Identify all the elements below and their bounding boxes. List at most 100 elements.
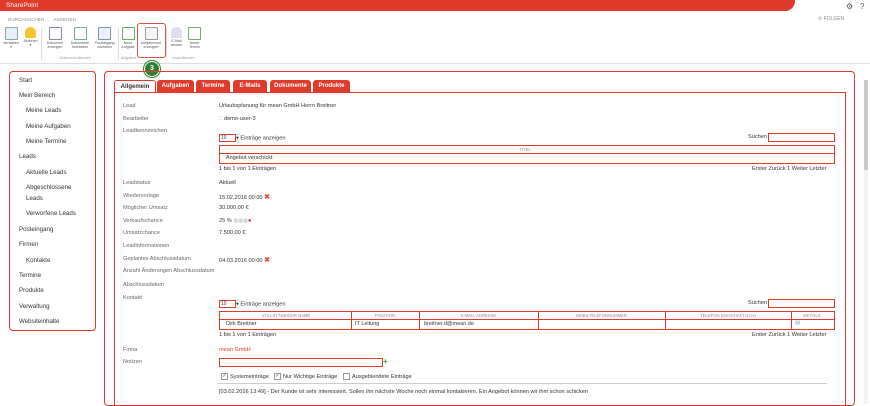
sidebar-item-meine-aufgaben[interactable]: Meine Aufgaben (26, 123, 71, 131)
app-title[interactable]: SharePoint (6, 2, 38, 9)
table1-search-input[interactable] (768, 133, 835, 142)
leadinfo-label: Leadinformationen (123, 243, 170, 249)
sidebar-item-abgeschlossene-leads[interactable]: Leads (26, 195, 43, 203)
tab-dokumente[interactable]: Dokumente (270, 80, 311, 92)
verwalten-button[interactable]: Verwalten ▾ (2, 27, 20, 50)
table1-entries-label: Einträge anzeigen (240, 135, 286, 142)
table2-header-mobil[interactable]: MOBILTELEFONNUMMER (539, 313, 664, 318)
checkbox-systemeintraege[interactable]: ✓ Systemeinträge (221, 373, 269, 380)
neue-aufgabe-label: Neue Aufgabe (121, 41, 135, 50)
sidebar-item-firmen[interactable]: Firmen (19, 241, 38, 249)
checkbox-wichtige[interactable]: ✓ Nur Wichtige Einträge (274, 373, 337, 380)
table2-entries-label: Einträge anzeigen (240, 301, 286, 308)
sidebar-item-leads[interactable]: Leads (19, 153, 36, 161)
table2-divider (219, 319, 834, 320)
dokumente-hochladen-button[interactable]: Dokumente hochladen (67, 27, 93, 50)
checkbox-icon: ✓ (274, 373, 281, 380)
neuer-termin-button[interactable]: Neuer Termin (186, 27, 203, 50)
sidebar-item-meine-leads[interactable]: Meine Leads (26, 107, 61, 115)
umsatz-value: 30.000,00 € (219, 205, 249, 211)
posteingang-zuordnen-label: Posteingang zuordnen (94, 41, 115, 50)
email-senden-label: E-Mail senden (170, 39, 183, 48)
table2-cell-email[interactable]: breitner.d@mean.de (424, 321, 474, 327)
user-icon: □ (219, 116, 223, 122)
tab-termine[interactable]: Termine (196, 80, 230, 92)
task-icon (121, 27, 135, 40)
geplant-field: 04.03.2016 00:00 ✖ (219, 256, 270, 264)
table2-pager[interactable]: Erster Zurück 1 Weiter Letzter (752, 332, 827, 338)
firma-link[interactable]: mean GmbH (219, 347, 251, 353)
table1-page-size-select[interactable]: 10 (219, 134, 236, 142)
table2-header-telefon[interactable]: TELEFON (GESCHÄFTLICH) (666, 313, 790, 318)
ribbon-tab-durchsuchen[interactable]: DURCHSUCHEN (8, 17, 44, 22)
follow-button[interactable]: ⟳ FOLGEN (818, 16, 844, 22)
details-icon[interactable]: ▤ (795, 320, 800, 326)
table2-cell-position: IT Leitung (355, 321, 380, 327)
rating-icon: ◍◍◍● (233, 218, 252, 224)
sidebar-item-start[interactable]: Start (19, 77, 32, 85)
sidebar-item-abgeschlossene[interactable]: Abgeschlossene (26, 184, 71, 192)
leadstatus-label: Leadstatus (123, 180, 151, 186)
sidebar-item-produkte[interactable]: Produkte (19, 287, 44, 295)
sidebar-item-posteingang[interactable]: Posteingang (19, 226, 53, 234)
page-scrollbar[interactable] (864, 80, 868, 404)
table2-header-details[interactable]: DETAILS (792, 313, 832, 318)
verkaufschance-value: 25 % (219, 218, 232, 224)
inbox-icon (98, 27, 111, 40)
checkbox-ausgeblendete[interactable]: Ausgeblendete Einträge (343, 373, 412, 380)
umsatzchance-value: 7.500,00 € (219, 230, 246, 236)
ribbon-tab-ansehen[interactable]: ANSEHEN (53, 17, 75, 22)
tab-emails[interactable]: E-Mails (233, 80, 267, 92)
wiedervorlage-field: 15.02.2016 00:00 ✖ (219, 193, 270, 201)
sync-icon: ⟳ (818, 16, 823, 22)
table2-header-name[interactable]: VOLLSTÄNDIGER NAME (222, 313, 350, 318)
dokumente-hochladen-label: Dokumente hochladen (70, 41, 90, 50)
help-icon[interactable]: ? (860, 2, 864, 11)
group-dokument-aktionen: Dokument-Aktionen (60, 56, 91, 60)
calendar-icon (188, 27, 201, 40)
sidebar-item-termine[interactable]: Termine (19, 272, 41, 280)
group-aufgaben: Aufgaben (121, 56, 136, 60)
tab-aufgaben[interactable]: Aufgaben (157, 80, 194, 92)
table1-row[interactable]: Angebot verschickt (226, 155, 272, 161)
dokument-erzeugen-button[interactable]: Dokument erzeugen (43, 27, 67, 50)
table2-header-position[interactable]: POSITION (352, 313, 418, 318)
delete-icon[interactable]: ✖ (264, 194, 270, 201)
sidebar-item-verwaltung[interactable]: Verwaltung (19, 303, 50, 311)
table1-search-label: Suchen (748, 134, 767, 140)
sidebar-item-verworfene-leads[interactable]: Verworfene Leads (26, 210, 76, 218)
leadkennzeichen-label: Leadkennzeichen (123, 128, 167, 134)
checkbox-label: Nur Wichtige Einträge (283, 373, 338, 380)
table1-pager[interactable]: Erster Zurück 1 Weiter Letzter (752, 166, 827, 172)
bearbeiter-value: demo-user-3 (223, 116, 256, 122)
highlight-frame (137, 23, 166, 58)
scrollbar-thumb[interactable] (864, 80, 868, 170)
sidebar-item-mein-bereich[interactable]: Mein Bereich (19, 92, 55, 100)
checkbox-icon: ✓ (221, 373, 228, 380)
neue-aufgabe-button[interactable]: Neue Aufgabe (119, 27, 137, 50)
notizen-input[interactable] (219, 358, 383, 367)
aktionen-button[interactable]: Aktionen ▾ (22, 27, 39, 48)
gear-icon[interactable]: ⚙ (846, 2, 853, 11)
sidebar-item-meine-termine[interactable]: Meine Termine (26, 138, 66, 146)
delete-icon[interactable]: ✖ (264, 257, 270, 264)
tab-produkte[interactable]: Produkte (313, 80, 350, 92)
sidebar-item-websiteinhalte[interactable]: Websiteinhalte (19, 318, 59, 326)
email-senden-button[interactable]: E-Mail senden (168, 27, 185, 48)
notizen-label: Notizen (123, 359, 142, 365)
group-lead-aktionen: Lead-Aktionen (172, 56, 195, 60)
firma-label: Firma (123, 347, 138, 353)
verkaufschance-label: Verkaufschance (123, 218, 163, 224)
table2-search-input[interactable] (768, 299, 835, 308)
table2-cell-name[interactable]: Dirk Breitner (226, 321, 257, 327)
posteingang-zuordnen-button[interactable]: Posteingang zuordnen (92, 27, 117, 50)
add-icon[interactable]: + (383, 357, 388, 366)
kontakt-label: Kontakt (123, 295, 142, 301)
table2-page-size-select[interactable]: 10 (219, 300, 236, 308)
abschluss-label: Abschlussdatum (123, 282, 165, 288)
table2-header-email[interactable]: E-MAIL-ADRESSE (420, 313, 537, 318)
checkbox-label: Systemeinträge (230, 373, 269, 380)
table1-header-titel[interactable]: TITEL (500, 147, 550, 152)
sidebar-item-aktuelle-leads[interactable]: Aktuelle Leads (26, 169, 67, 177)
sidebar-item-kontakte[interactable]: Kontakte (26, 257, 50, 265)
